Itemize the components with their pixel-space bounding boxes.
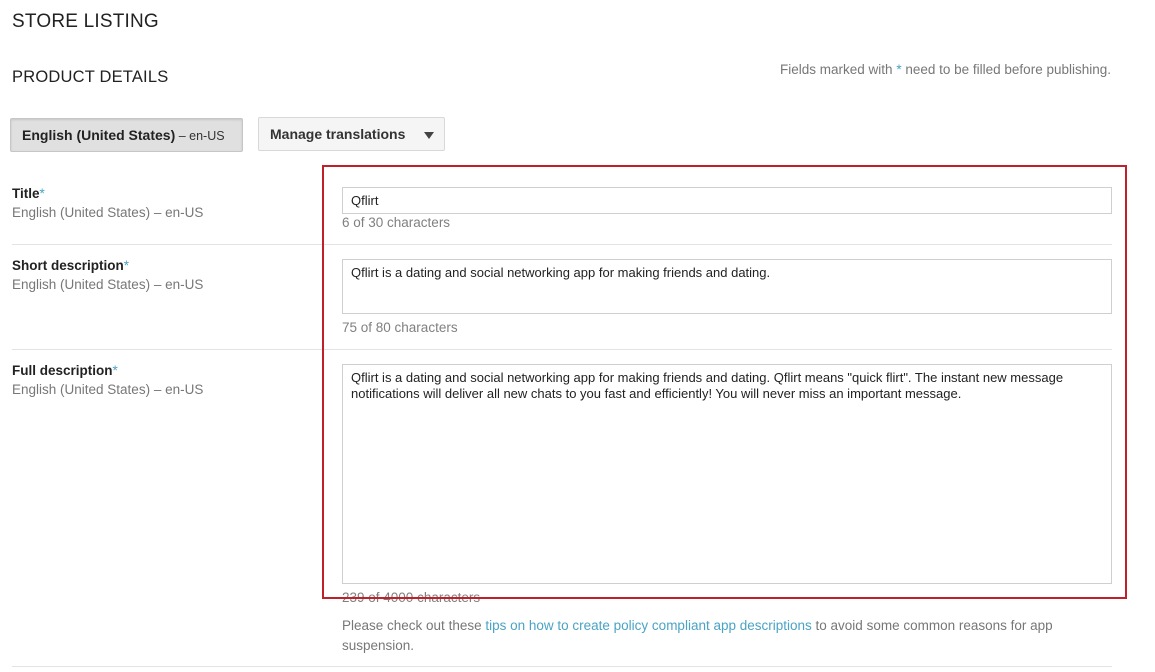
- language-tab-name: English (United States): [22, 127, 176, 143]
- title-input[interactable]: Qflirt: [342, 187, 1112, 214]
- full-description-textarea[interactable]: Qflirt is a dating and social networking…: [342, 364, 1112, 584]
- required-note-prefix: Fields marked with: [780, 62, 897, 77]
- divider: [12, 244, 1112, 245]
- title-required-star: *: [39, 186, 45, 201]
- title-label-text: Title: [12, 186, 40, 201]
- policy-note: Please check out these tips on how to cr…: [342, 616, 1112, 655]
- full-description-required-star: *: [112, 363, 118, 378]
- full-description-label: Full description*: [12, 363, 118, 378]
- full-description-label-text: Full description: [12, 363, 113, 378]
- required-fields-note: Fields marked with * need to be filled b…: [780, 62, 1111, 77]
- short-description-language: English (United States) – en-US: [12, 277, 204, 292]
- title-language: English (United States) – en-US: [12, 205, 204, 220]
- caret-down-icon: [424, 132, 434, 139]
- policy-note-prefix: Please check out these: [342, 618, 486, 633]
- full-description-language: English (United States) – en-US: [12, 382, 204, 397]
- manage-translations-label: Manage translations: [270, 126, 406, 142]
- section-title: PRODUCT DETAILS: [12, 68, 169, 86]
- short-description-label: Short description*: [12, 258, 129, 273]
- divider: [12, 666, 1112, 667]
- short-description-char-counter: 75 of 80 characters: [342, 320, 458, 335]
- manage-translations-button[interactable]: Manage translations: [258, 117, 445, 151]
- language-tab-code: – en-US: [175, 129, 225, 143]
- divider: [12, 349, 1112, 350]
- title-label: Title*: [12, 186, 45, 201]
- full-description-char-counter: 239 of 4000 characters: [342, 590, 481, 605]
- language-tab-en-us[interactable]: English (United States) – en-US: [10, 118, 243, 152]
- title-char-counter: 6 of 30 characters: [342, 215, 451, 230]
- short-description-label-text: Short description: [12, 258, 124, 273]
- page-title: STORE LISTING: [12, 11, 159, 32]
- required-note-suffix: need to be filled before publishing.: [901, 62, 1111, 77]
- short-description-required-star: *: [123, 258, 130, 273]
- policy-tips-link[interactable]: tips on how to create policy compliant a…: [485, 618, 811, 633]
- short-description-textarea[interactable]: Qflirt is a dating and social networking…: [342, 259, 1112, 314]
